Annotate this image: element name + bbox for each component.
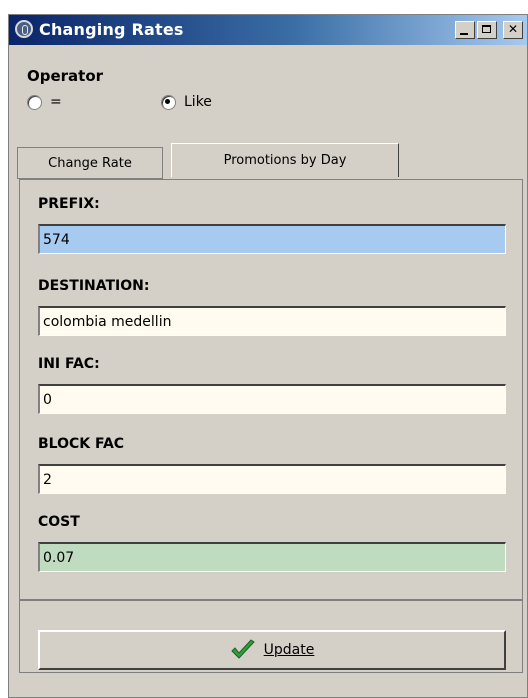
close-icon: ✕	[507, 22, 519, 36]
block-fac-field[interactable]: 2	[38, 464, 506, 494]
check-icon	[230, 639, 255, 659]
update-label: Update	[263, 642, 315, 658]
title-bar[interactable]: Changing Rates ✕	[9, 15, 527, 45]
operator-equals-label: =	[50, 94, 62, 110]
operator-label: Operator	[27, 67, 104, 85]
maximize-icon	[482, 25, 491, 33]
minimize-icon	[460, 33, 468, 35]
destination-field[interactable]: colombia medellin	[38, 306, 506, 336]
maximize-button[interactable]	[477, 21, 497, 39]
operator-like-label: Like	[184, 94, 212, 110]
radio-button-checked-icon[interactable]	[161, 94, 176, 110]
cost-field[interactable]: 0.07	[38, 542, 506, 572]
prefix-field[interactable]: 574	[38, 224, 506, 254]
change-rate-panel: PREFIX: 574 DESTINATION: colombia medell…	[19, 179, 523, 601]
tab-promotions-by-day[interactable]: Promotions by Day	[171, 143, 399, 177]
window-title: Changing Rates	[39, 20, 184, 39]
actions-panel: Update	[19, 599, 523, 673]
radio-button-icon[interactable]	[27, 94, 42, 110]
prefix-label: PREFIX:	[38, 196, 100, 212]
block-fac-label: BLOCK FAC	[38, 436, 125, 452]
destination-label: DESTINATION:	[38, 278, 150, 294]
minimize-button[interactable]	[455, 21, 475, 39]
cost-label: COST	[38, 514, 80, 530]
app-icon	[15, 20, 33, 38]
operator-equals-radio[interactable]: =	[27, 93, 62, 111]
tab-change-rate[interactable]: Change Rate	[17, 147, 163, 179]
ini-fac-label: INI FAC:	[38, 356, 100, 372]
ini-fac-field[interactable]: 0	[38, 384, 506, 414]
update-button[interactable]: Update	[38, 630, 506, 670]
operator-like-radio[interactable]: Like	[161, 93, 212, 111]
changing-rates-window: Changing Rates ✕ Operator = Like Change …	[8, 14, 528, 698]
close-button[interactable]: ✕	[503, 21, 523, 39]
